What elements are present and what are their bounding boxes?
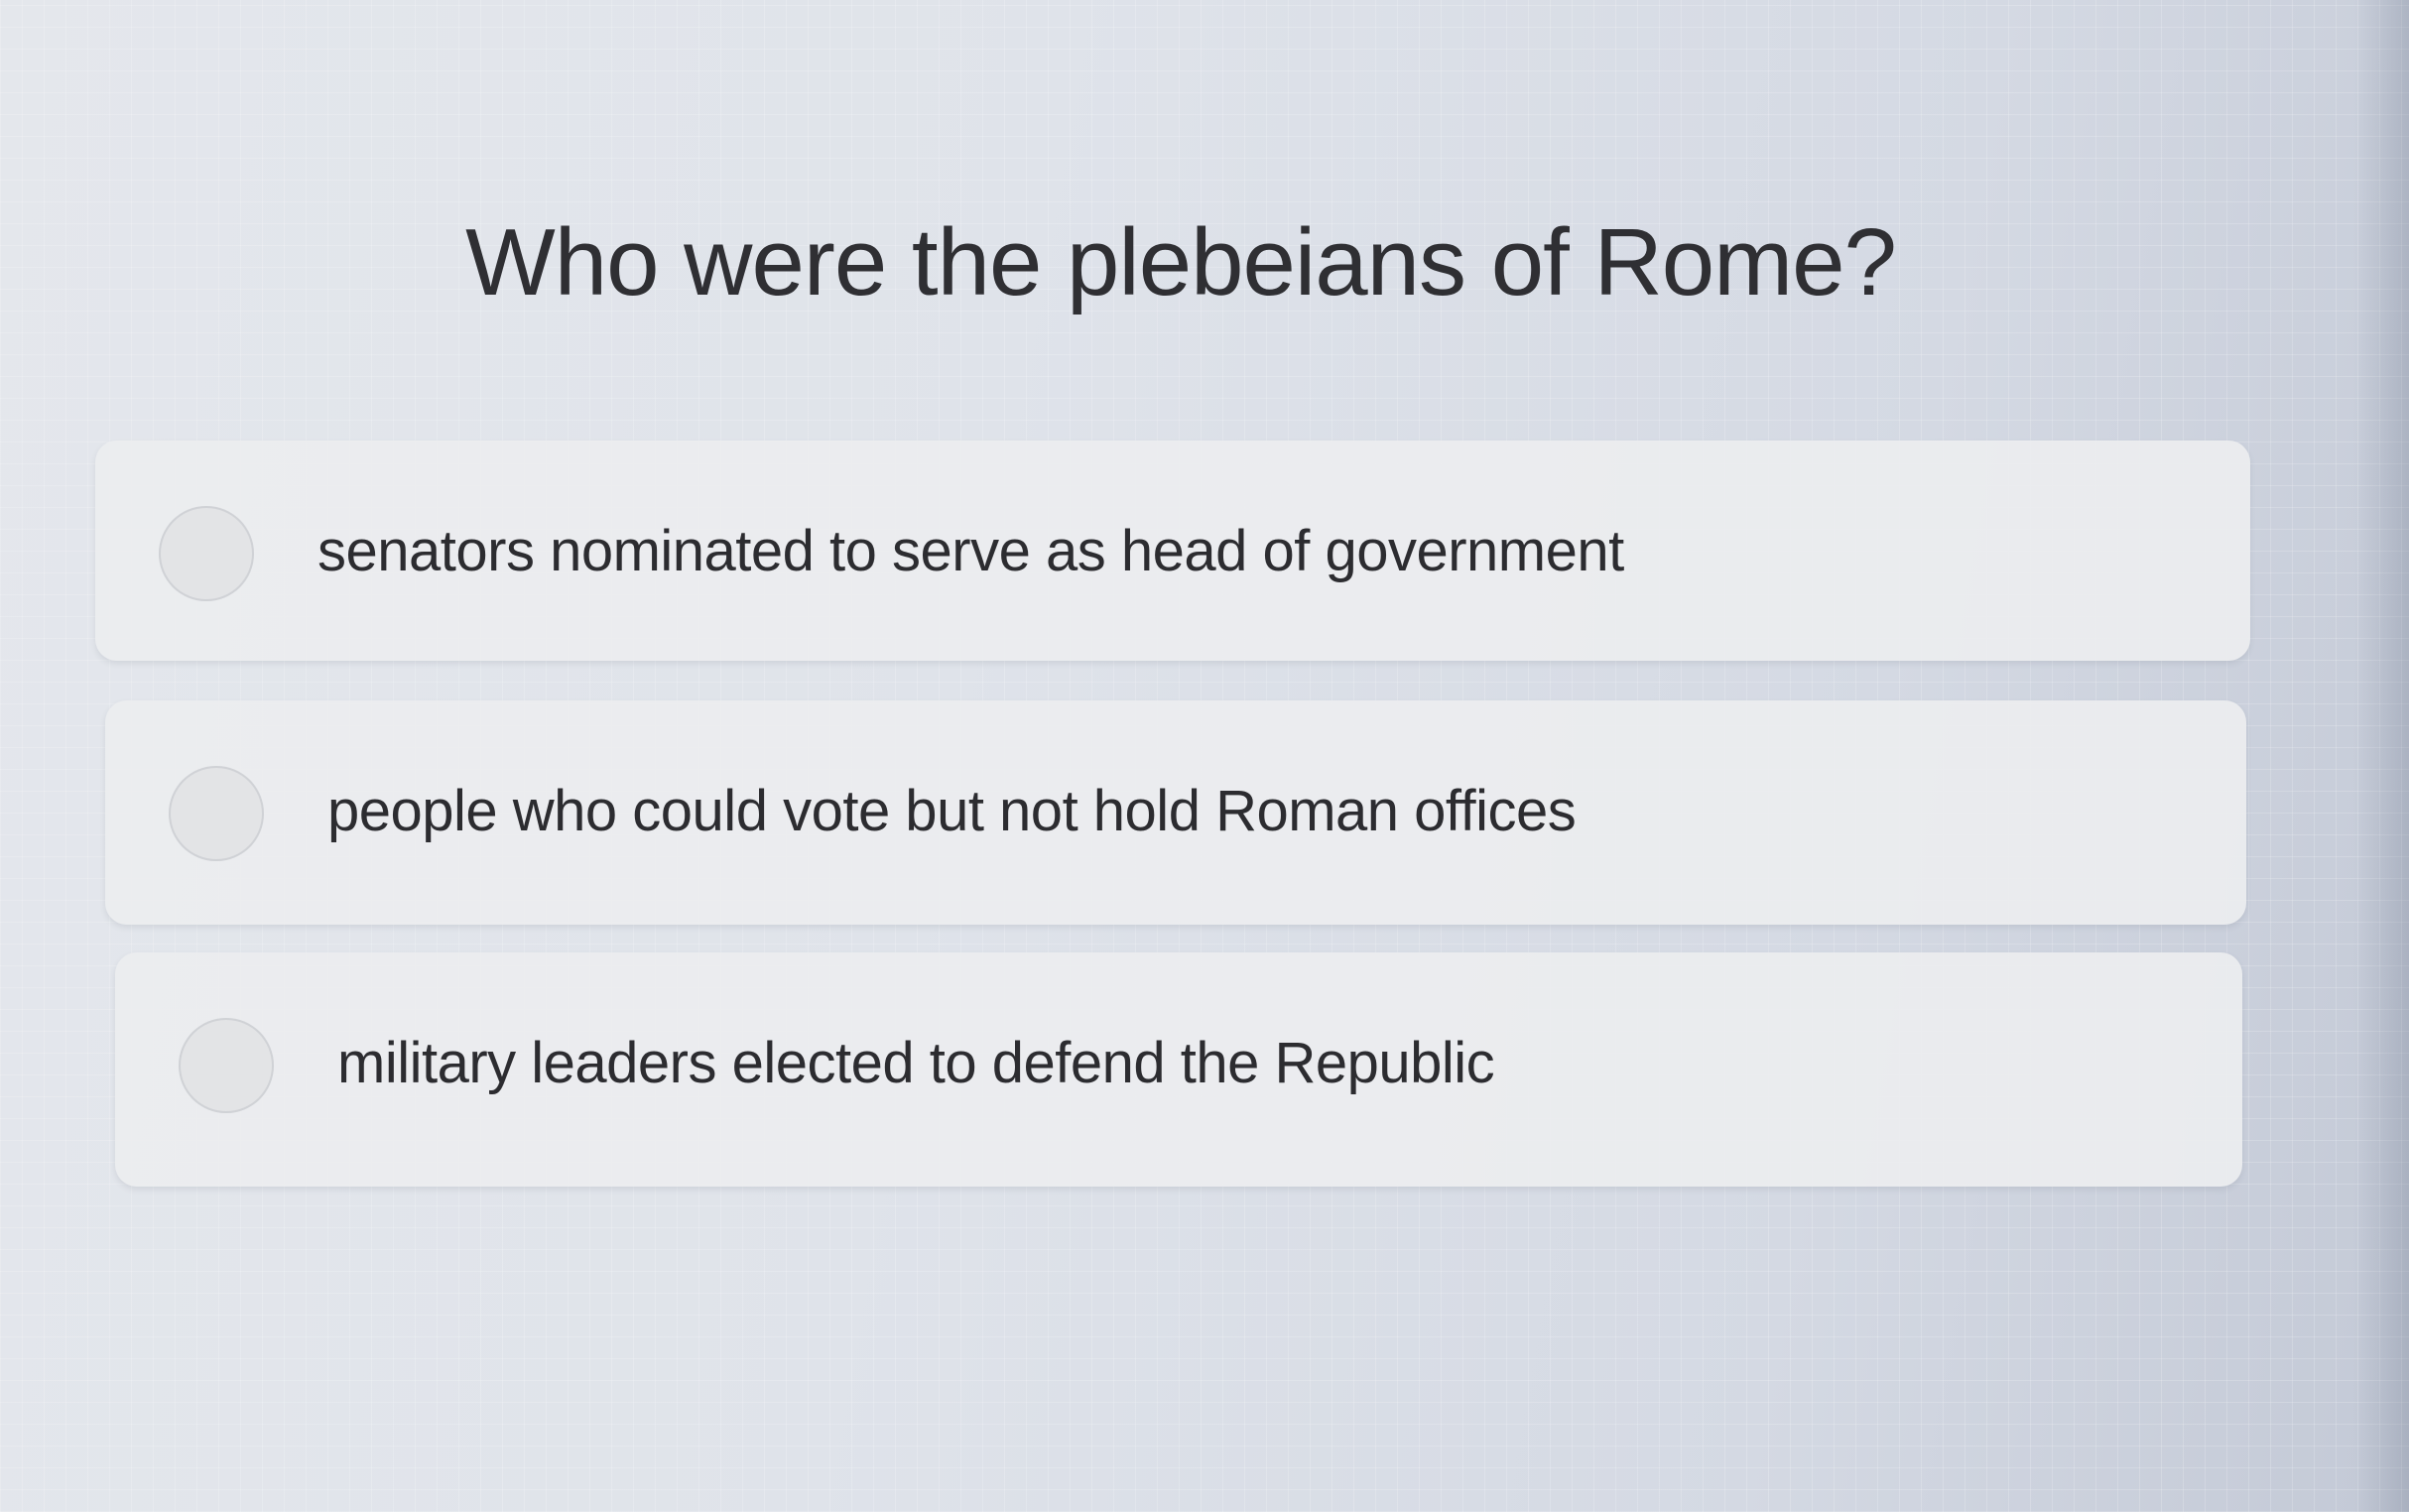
- radio-button-icon[interactable]: [179, 1018, 274, 1113]
- answer-choice-label: people who could vote but not hold Roman…: [327, 779, 1577, 843]
- answer-choice-label: senators nominated to serve as head of g…: [317, 519, 1624, 583]
- radio-button-icon[interactable]: [169, 766, 264, 861]
- answer-choice-3[interactable]: military leaders elected to defend the R…: [115, 952, 2242, 1187]
- quiz-panel: Who were the plebeians of Rome? senators…: [0, 0, 2409, 1512]
- answer-choice-2[interactable]: people who could vote but not hold Roman…: [105, 700, 2246, 925]
- answer-choice-1[interactable]: senators nominated to serve as head of g…: [95, 441, 2250, 661]
- answer-choice-label: military leaders elected to defend the R…: [337, 1031, 1495, 1095]
- question-text: Who were the plebeians of Rome?: [465, 209, 1897, 315]
- radio-button-icon[interactable]: [159, 506, 254, 601]
